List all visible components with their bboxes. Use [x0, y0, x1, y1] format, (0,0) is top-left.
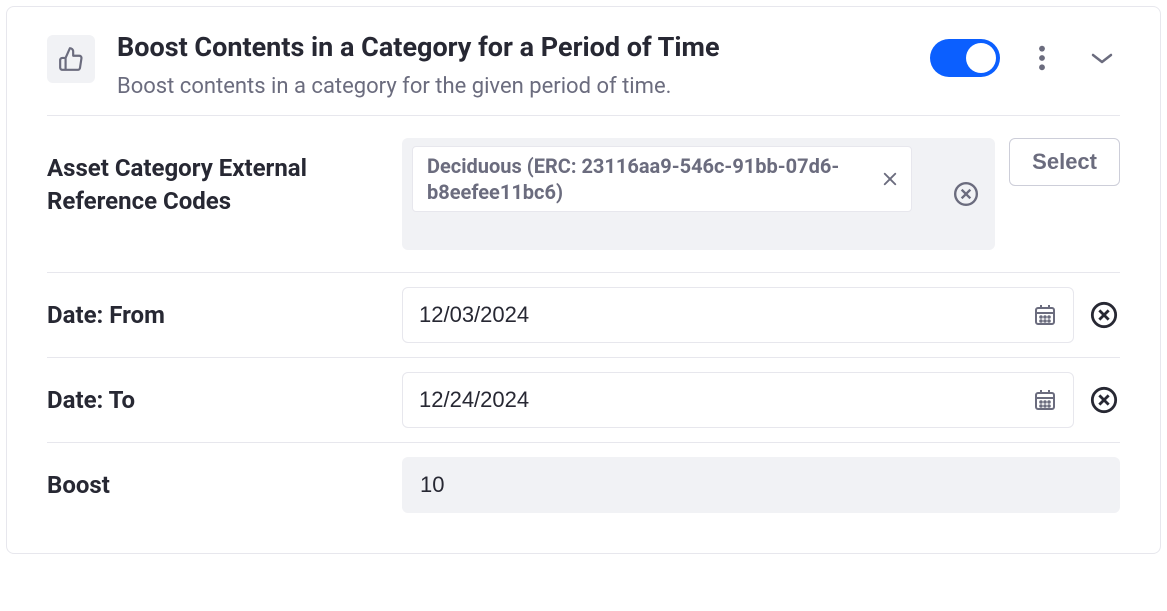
asset-category-label: Asset Category External Reference Codes — [47, 138, 382, 217]
ellipsis-vertical-icon — [1038, 44, 1046, 72]
boost-content — [402, 457, 1120, 513]
asset-category-chip-text: Deciduous (ERC: 23116aa9-546c-91bb-07d6-… — [427, 153, 867, 205]
date-from-label: Date: From — [47, 299, 382, 331]
chip-remove-button[interactable] — [881, 170, 899, 188]
close-circle-icon — [953, 181, 979, 207]
close-icon — [881, 170, 899, 188]
boost-label: Boost — [47, 469, 382, 501]
date-from-content — [402, 287, 1120, 343]
date-to-input-wrap — [402, 372, 1074, 428]
asset-category-tag-container: Deciduous (ERC: 23116aa9-546c-91bb-07d6-… — [402, 138, 995, 250]
boost-input[interactable] — [420, 472, 1102, 498]
date-from-clear-button[interactable] — [1088, 299, 1120, 331]
date-from-calendar-button[interactable] — [1033, 303, 1057, 327]
card-title: Boost Contents in a Category for a Perio… — [117, 31, 908, 65]
date-from-input[interactable] — [419, 302, 1033, 328]
clear-all-tags-button[interactable] — [953, 181, 979, 207]
asset-category-chip: Deciduous (ERC: 23116aa9-546c-91bb-07d6-… — [412, 146, 912, 212]
calendar-icon — [1033, 388, 1057, 412]
asset-category-content: Deciduous (ERC: 23116aa9-546c-91bb-07d6-… — [402, 138, 1120, 250]
calendar-icon — [1033, 303, 1057, 327]
date-to-row: Date: To — [47, 358, 1120, 443]
collapse-button[interactable] — [1084, 40, 1120, 76]
boost-row: Boost — [47, 443, 1120, 527]
boost-input-wrap — [402, 457, 1120, 513]
header-text: Boost Contents in a Category for a Perio… — [117, 31, 908, 101]
select-category-button[interactable]: Select — [1009, 138, 1120, 186]
date-to-content — [402, 372, 1120, 428]
date-to-label: Date: To — [47, 384, 382, 416]
date-to-input[interactable] — [419, 387, 1033, 413]
thumbs-up-icon — [47, 35, 95, 83]
date-to-clear-button[interactable] — [1088, 384, 1120, 416]
card-subtitle: Boost contents in a category for the giv… — [117, 73, 908, 102]
date-to-calendar-button[interactable] — [1033, 388, 1057, 412]
card-header: Boost Contents in a Category for a Perio… — [7, 7, 1160, 115]
close-circle-icon — [1090, 301, 1118, 329]
form-rows: Asset Category External Reference Codes … — [7, 116, 1160, 553]
boost-card: Boost Contents in a Category for a Perio… — [6, 6, 1161, 554]
asset-category-row: Asset Category External Reference Codes … — [47, 116, 1120, 273]
more-options-button[interactable] — [1024, 40, 1060, 76]
close-circle-icon — [1090, 386, 1118, 414]
chevron-down-icon — [1090, 51, 1114, 65]
toggle-knob — [966, 43, 996, 73]
date-from-input-wrap — [402, 287, 1074, 343]
header-actions — [930, 39, 1120, 77]
date-from-row: Date: From — [47, 273, 1120, 358]
enable-toggle[interactable] — [930, 39, 1000, 77]
